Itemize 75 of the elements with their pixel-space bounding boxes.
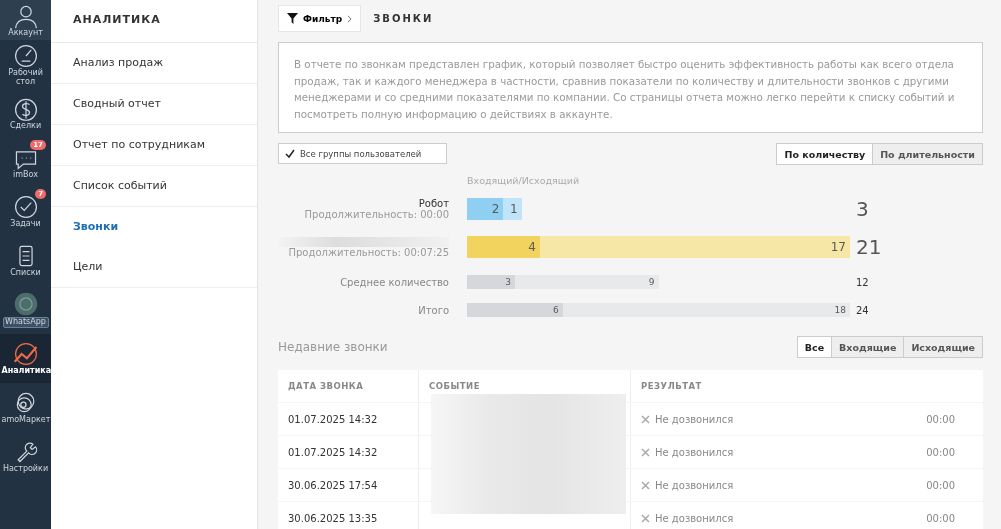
result-text: Не дозвонился — [655, 512, 734, 524]
nav-item[interactable]: Настройки — [0, 432, 51, 481]
nav-label: Рабочий стол — [7, 68, 44, 87]
nav-item[interactable]: Списки — [0, 236, 51, 285]
nav-label: Настройки — [1, 465, 50, 474]
sidebar-item[interactable]: Цели — [51, 247, 257, 288]
page-title: ЗВОНКИ — [373, 13, 434, 24]
filter-button[interactable]: Фильтр — [278, 5, 362, 32]
bar-segment: 1 — [503, 198, 522, 220]
result-text: Не дозвонился — [655, 413, 734, 425]
nav-item[interactable]: Аналитика — [0, 334, 51, 383]
sidebar-title: АНАЛИТИКА — [51, 0, 257, 43]
close-icon — [641, 513, 650, 523]
sidebar-item[interactable]: Анализ продаж — [51, 43, 257, 84]
duration-cell: 00:00 — [926, 479, 955, 491]
sidebar-item[interactable]: Отчет по сотрудникам — [51, 125, 257, 166]
mode-tab[interactable]: По количеству — [777, 144, 873, 164]
date-cell: 01.07.2025 14:32 — [278, 403, 419, 435]
nav-item[interactable]: Рабочий стол — [0, 40, 51, 89]
duration-text: Продолжительность: 00:07:25 — [288, 246, 449, 258]
funnel-icon — [287, 13, 298, 24]
nav-label: Аналитика — [1, 367, 50, 376]
column-header: РЕЗУЛЬТАТ — [640, 381, 703, 391]
duration-cell: 00:00 — [926, 446, 955, 458]
duration-cell: 00:00 — [926, 512, 955, 524]
nav-label: amoМаркет — [1, 416, 50, 425]
bar-segment: 3 — [467, 275, 515, 289]
nav-label: WhatsApp — [2, 317, 49, 328]
check-icon — [12, 194, 39, 221]
close-icon — [641, 480, 650, 490]
bar-total: 12 — [856, 276, 869, 288]
bar-label: Среднее количество — [340, 276, 449, 288]
nav-label: Сделки — [8, 122, 43, 131]
description-text: В отчете по звонкам представлен график, который позволяет быстро оценить эффективность работы как всего отдела продаж, так и каждого менеджера в частности, сравнив показатели по количеству и длительности звонков с другими менеджерами и со средними показателями по компании. Со страницы отчета можно легко перейти к списку событий и посмотреть полную информацию о действиях в аккаунте. — [278, 42, 983, 133]
nav-label: imBox — [12, 171, 39, 180]
section-title: Недавние звонки — [278, 340, 388, 354]
group-filter-checkbox[interactable]: Все группы пользователей — [278, 143, 447, 164]
close-icon — [641, 447, 650, 457]
nav-label: Задачи — [9, 220, 42, 229]
bar-segment: 6 — [467, 303, 563, 317]
result-text: Не дозвонился — [655, 479, 734, 491]
duration-text: Продолжительность: 00:00 — [304, 209, 449, 220]
bar-segment: 18 — [562, 303, 850, 317]
duration-cell: 00:00 — [926, 413, 955, 425]
dollar-icon — [12, 96, 39, 123]
bar-segment: 17 — [539, 236, 850, 258]
bar-segment: 9 — [514, 275, 659, 289]
sidebar-item[interactable]: Список событий — [51, 166, 257, 207]
nav-label: Списки — [9, 269, 42, 278]
bar-total: 24 — [856, 304, 869, 316]
column-header: ДАТА ЗВОНКА — [278, 370, 419, 402]
date-cell: 30.06.2025 13:35 — [278, 502, 419, 529]
bar-segment: 2 — [467, 198, 504, 220]
sidebar-item[interactable]: Сводный отчет — [51, 84, 257, 125]
chart-icon — [12, 341, 39, 368]
filter-tab[interactable]: Все — [797, 337, 832, 357]
nav-item[interactable]: amoМаркет — [0, 383, 51, 432]
chart-legend: Входящий/Исходящий — [467, 175, 580, 186]
sidebar-item[interactable]: Звонки — [51, 207, 257, 247]
nav-item[interactable]: Сделки — [0, 89, 51, 138]
nav-label: Аккаунт — [7, 28, 44, 38]
chevron-icon — [347, 14, 353, 23]
result-text: Не дозвонился — [655, 446, 734, 458]
bar-label: Робот — [418, 198, 449, 209]
nav-item[interactable]: Аккаунт — [0, 0, 51, 40]
bar-segment: 4 — [467, 236, 540, 258]
date-cell: 30.06.2025 17:54 — [278, 469, 419, 501]
gauge-icon — [12, 42, 39, 69]
checkmark-icon — [285, 148, 295, 159]
nav-item[interactable]: WhatsApp — [0, 285, 51, 334]
bar-total: 3 — [856, 197, 869, 221]
close-icon — [641, 414, 650, 424]
date-cell: 01.07.2025 14:32 — [278, 436, 419, 468]
bar-total: 21 — [856, 235, 882, 259]
bar-label: Итого — [418, 304, 449, 316]
